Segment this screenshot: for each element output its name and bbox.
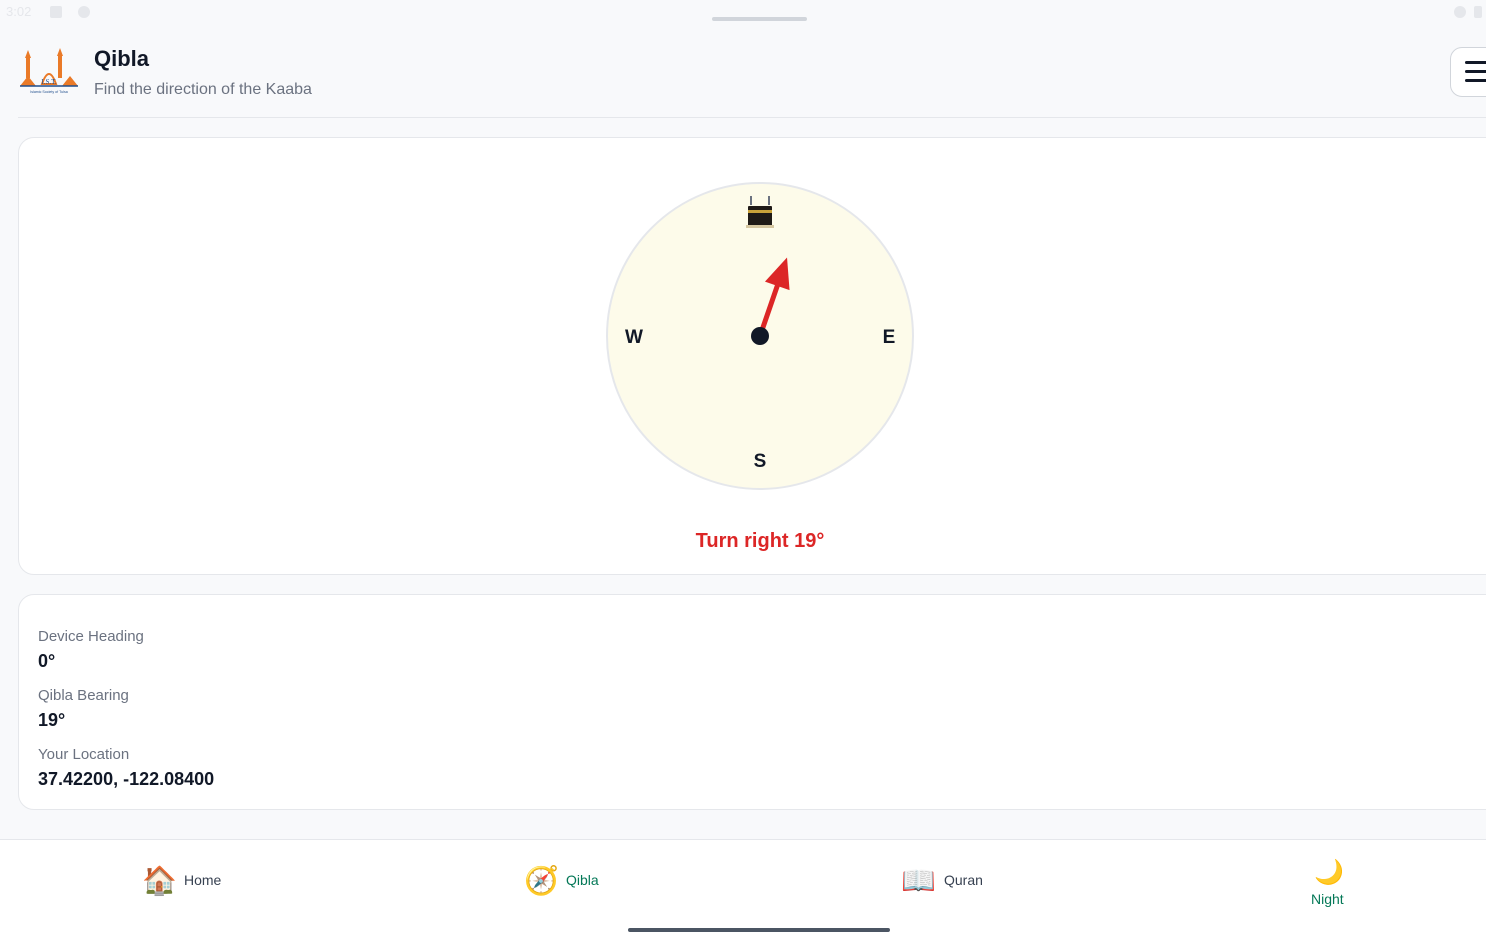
nav-night-label: Night bbox=[1311, 891, 1344, 907]
qibla-bearing-label: Qibla Bearing bbox=[38, 687, 129, 704]
status-time: 3:02 bbox=[6, 4, 32, 19]
battery-saver-icon bbox=[50, 6, 62, 18]
logo-caption: Islamic Society of Tulsa bbox=[30, 90, 68, 94]
turn-instruction: Turn right 19° bbox=[695, 530, 825, 552]
nav-qibla[interactable]: 🧭 Qibla bbox=[524, 864, 614, 904]
qibla-screen: 3:02 I.S.T. Islamic Society of Tulsa Qib… bbox=[0, 0, 1486, 937]
page-title: Qibla bbox=[94, 46, 150, 71]
qibla-bearing-value: 19° bbox=[38, 710, 66, 730]
location-label: Your Location bbox=[38, 746, 130, 763]
device-heading-label: Device Heading bbox=[38, 628, 144, 645]
nav-night[interactable]: 🌙 Night bbox=[1300, 856, 1360, 926]
menu-button[interactable] bbox=[1450, 47, 1486, 97]
nav-qibla-label: Qibla bbox=[566, 872, 599, 888]
compass-card: W E S Turn right 19° bbox=[18, 137, 1486, 575]
compass-south-label: S bbox=[754, 451, 767, 472]
location-value: 37.42200, -122.08400 bbox=[38, 769, 215, 789]
bottom-navigation: 🏠 Home 🧭 Qibla 📖 Quran 🌙 Night bbox=[0, 839, 1486, 937]
compass-west-label: W bbox=[625, 327, 643, 348]
wifi-icon bbox=[1454, 6, 1466, 18]
drag-handle[interactable] bbox=[712, 17, 807, 21]
compass-east-label: E bbox=[883, 327, 896, 348]
settings-status-icon bbox=[78, 6, 90, 18]
gesture-home-bar[interactable] bbox=[628, 928, 890, 932]
logo-text: I.S.T. bbox=[41, 78, 56, 86]
house-icon: 🏠 bbox=[142, 865, 177, 896]
compass-icon: 🧭 bbox=[524, 865, 559, 896]
open-book-icon: 📖 bbox=[901, 865, 936, 896]
nav-home[interactable]: 🏠 Home bbox=[142, 864, 232, 904]
needle-pivot bbox=[751, 327, 769, 345]
qibla-compass: W E S bbox=[606, 182, 914, 490]
hamburger-menu-icon bbox=[1465, 61, 1486, 64]
crescent-moon-icon: 🌙 bbox=[1314, 859, 1344, 886]
nav-home-label: Home bbox=[184, 872, 222, 888]
page-subtitle: Find the direction of the Kaaba bbox=[94, 81, 312, 98]
battery-icon bbox=[1474, 6, 1482, 18]
nav-quran-label: Quran bbox=[944, 872, 983, 888]
device-heading-value: 0° bbox=[38, 651, 56, 671]
info-card: Device Heading 0° Qibla Bearing 19° Your… bbox=[18, 594, 1486, 810]
ist-logo: I.S.T. Islamic Society of Tulsa bbox=[20, 48, 78, 94]
nav-quran[interactable]: 📖 Quran bbox=[901, 864, 991, 904]
app-header: I.S.T. Islamic Society of Tulsa Qibla Fi… bbox=[18, 40, 1486, 118]
